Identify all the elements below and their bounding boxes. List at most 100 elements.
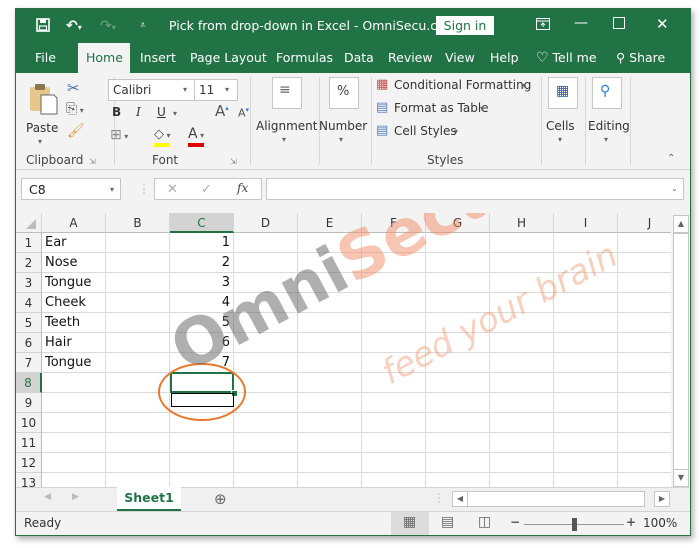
cell-e11[interactable] xyxy=(298,433,362,453)
cell-f9[interactable] xyxy=(362,393,426,413)
cell-d3[interactable] xyxy=(234,273,298,293)
cell-h3[interactable] xyxy=(490,273,554,293)
cell-c1[interactable]: 1 xyxy=(170,233,234,253)
cell-c11[interactable] xyxy=(170,433,234,453)
cell-b4[interactable] xyxy=(106,293,170,313)
tab-home[interactable]: Home xyxy=(78,43,130,73)
zoom-slider[interactable] xyxy=(524,518,624,531)
column-header-g[interactable]: G xyxy=(426,213,490,233)
cell-e6[interactable] xyxy=(298,333,362,353)
clipboard-launcher-icon[interactable]: ⇲ xyxy=(89,157,96,166)
column-header-d[interactable]: D xyxy=(234,213,298,233)
cell-a4[interactable]: Cheek xyxy=(42,293,106,313)
cell-c13[interactable] xyxy=(170,473,234,487)
cell-f3[interactable] xyxy=(362,273,426,293)
cell-i4[interactable] xyxy=(554,293,618,313)
cell-g7[interactable] xyxy=(426,353,490,373)
cell-i8[interactable] xyxy=(554,373,618,393)
cell-e8[interactable] xyxy=(298,373,362,393)
close-icon[interactable]: ✕ xyxy=(656,15,669,33)
format-painter-icon[interactable]: 🖌 xyxy=(67,123,85,139)
cell-g3[interactable] xyxy=(426,273,490,293)
cell-h6[interactable] xyxy=(490,333,554,353)
share-button[interactable]: ⚲ Share xyxy=(608,43,673,73)
cell-f5[interactable] xyxy=(362,313,426,333)
horizontal-scroll-thumb[interactable] xyxy=(467,491,645,507)
cell-a11[interactable] xyxy=(42,433,106,453)
cell-e13[interactable] xyxy=(298,473,362,487)
cell-h8[interactable] xyxy=(490,373,554,393)
format-as-table-button[interactable]: ▤ Format as Table ▾ xyxy=(376,100,496,120)
cell-i11[interactable] xyxy=(554,433,618,453)
cell-f10[interactable] xyxy=(362,413,426,433)
column-header-a[interactable]: A xyxy=(42,213,106,233)
cell-d5[interactable] xyxy=(234,313,298,333)
cell-h12[interactable] xyxy=(490,453,554,473)
paste-button[interactable]: Paste ▾ xyxy=(24,81,60,147)
cell-f1[interactable] xyxy=(362,233,426,253)
scroll-right-icon[interactable]: ▶ xyxy=(654,491,670,507)
tab-formulas[interactable]: Formulas xyxy=(268,43,341,73)
zoom-level[interactable]: 100% xyxy=(643,516,677,530)
cell-g2[interactable] xyxy=(426,253,490,273)
maximize-icon[interactable] xyxy=(613,17,625,33)
row-header[interactable]: 2 xyxy=(16,253,42,273)
row-header[interactable]: 7 xyxy=(16,353,42,373)
new-sheet-icon[interactable]: ⊕ xyxy=(214,490,227,508)
cell-b1[interactable] xyxy=(106,233,170,253)
horizontal-scrollbar[interactable]: ◀ ▶ xyxy=(452,491,670,507)
cell-i2[interactable] xyxy=(554,253,618,273)
cell-d1[interactable] xyxy=(234,233,298,253)
cell-f6[interactable] xyxy=(362,333,426,353)
font-name-select[interactable]: Calibri ▾ xyxy=(108,79,196,101)
cell-d12[interactable] xyxy=(234,453,298,473)
cell-g4[interactable] xyxy=(426,293,490,313)
number-button[interactable]: % Number ▾ xyxy=(319,75,371,151)
vertical-scroll-thumb[interactable] xyxy=(673,233,689,471)
row-header[interactable]: 3 xyxy=(16,273,42,293)
decrease-font-size-icon[interactable]: A▾ xyxy=(238,106,249,120)
underline-dropdown-icon[interactable]: ▾ xyxy=(173,109,177,118)
cell-d2[interactable] xyxy=(234,253,298,273)
prev-sheet-icon[interactable]: ◀ xyxy=(44,492,51,502)
minimize-icon[interactable]: — xyxy=(574,15,588,31)
formula-input[interactable]: ⌄ xyxy=(266,178,684,200)
row-header[interactable]: 1 xyxy=(16,233,42,253)
undo-icon[interactable]: ↶▾ xyxy=(66,18,82,36)
cell-i6[interactable] xyxy=(554,333,618,353)
sheet-tab-sheet1[interactable]: Sheet1 xyxy=(117,487,181,511)
cell-b11[interactable] xyxy=(106,433,170,453)
cell-a7[interactable]: Tongue xyxy=(42,353,106,373)
insert-function-button[interactable]: fx xyxy=(237,181,248,195)
row-header[interactable]: 10 xyxy=(16,413,42,433)
tab-review[interactable]: Review xyxy=(380,43,441,73)
normal-view-button[interactable]: ▦ xyxy=(391,512,429,535)
tab-insert[interactable]: Insert xyxy=(132,43,184,73)
cell-c3[interactable]: 3 xyxy=(170,273,234,293)
sign-in-button[interactable]: Sign in xyxy=(436,16,494,35)
cell-b3[interactable] xyxy=(106,273,170,293)
page-break-view-icon[interactable]: ◫ xyxy=(478,514,491,530)
cell-g8[interactable] xyxy=(426,373,490,393)
font-size-select[interactable]: 11 ▾ xyxy=(194,79,238,101)
cell-d4[interactable] xyxy=(234,293,298,313)
cell-b6[interactable] xyxy=(106,333,170,353)
cell-e10[interactable] xyxy=(298,413,362,433)
font-launcher-icon[interactable]: ⇲ xyxy=(230,157,237,166)
cell-e4[interactable] xyxy=(298,293,362,313)
row-header[interactable]: 13 xyxy=(16,473,42,487)
row-header[interactable]: 12 xyxy=(16,453,42,473)
cell-e9[interactable] xyxy=(298,393,362,413)
cell-a12[interactable] xyxy=(42,453,106,473)
cell-h13[interactable] xyxy=(490,473,554,487)
column-header-c[interactable]: C xyxy=(170,213,234,233)
name-box[interactable]: C8 ▾ xyxy=(21,178,121,200)
cell-f4[interactable] xyxy=(362,293,426,313)
cell-e7[interactable] xyxy=(298,353,362,373)
tab-file[interactable]: File xyxy=(27,43,64,73)
bold-button[interactable]: B xyxy=(112,105,121,119)
cell-i10[interactable] xyxy=(554,413,618,433)
vertical-scrollbar[interactable]: ▲ ▼ xyxy=(671,213,690,487)
cell-f8[interactable] xyxy=(362,373,426,393)
cell-h1[interactable] xyxy=(490,233,554,253)
